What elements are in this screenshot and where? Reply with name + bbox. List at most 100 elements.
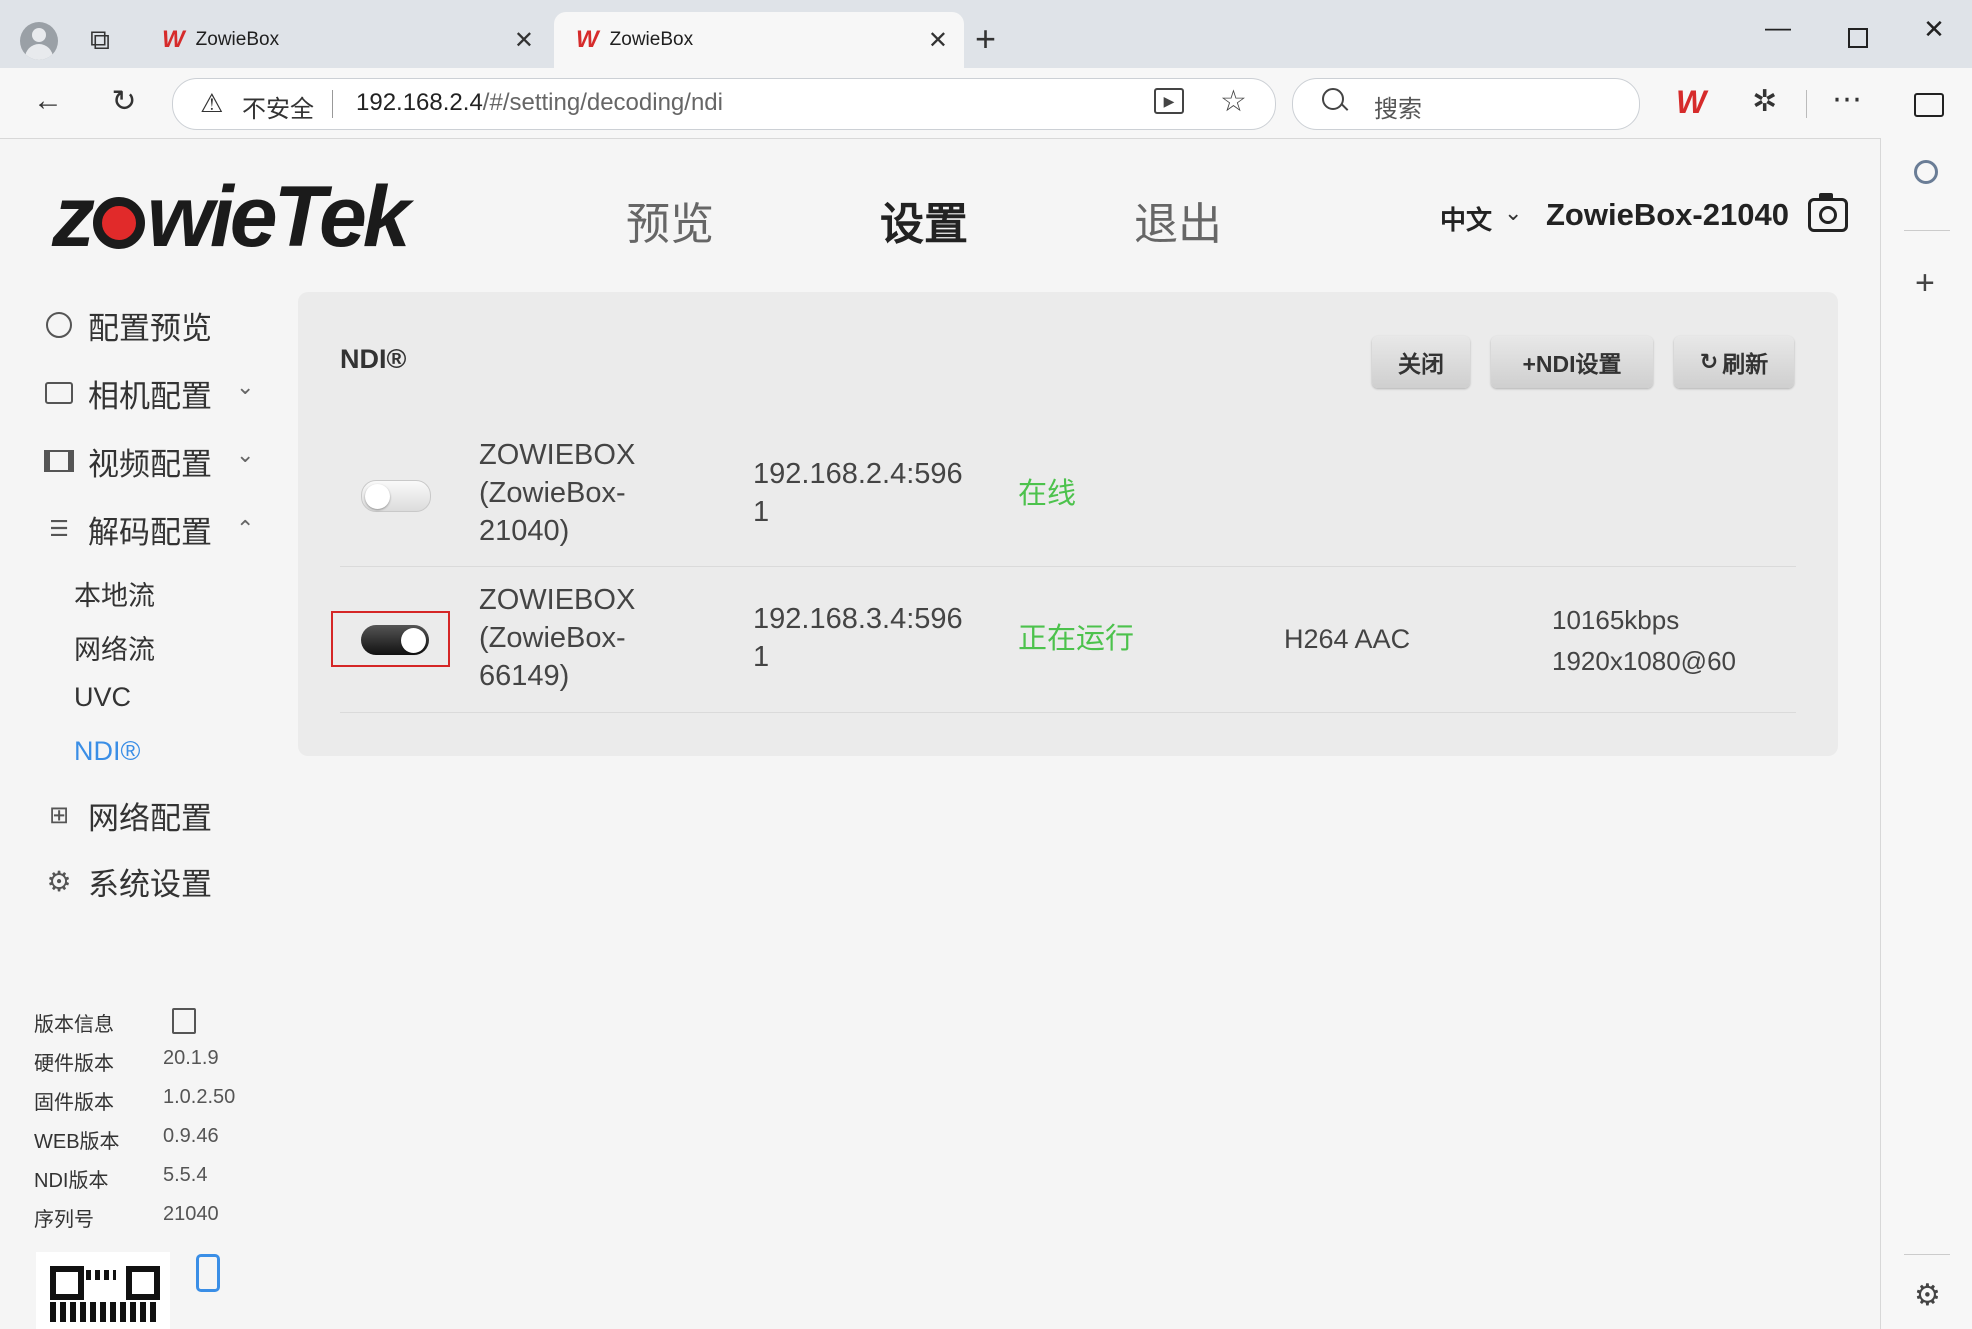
highlight-box — [331, 611, 450, 667]
side-add-icon[interactable]: + — [1915, 264, 1935, 303]
gear-icon: ⚙ — [46, 865, 72, 897]
search-icon — [1322, 88, 1344, 110]
minimize-icon[interactable]: — — [1758, 12, 1798, 43]
nav-preview[interactable]: 预览 — [626, 188, 714, 252]
menu-system-settings[interactable]: ⚙ 系统设置 — [44, 856, 212, 906]
version-info-title: 版本信息 — [34, 1014, 114, 1036]
side-divider — [1904, 1254, 1950, 1255]
submenu-network-stream[interactable]: 网络流 — [74, 628, 155, 667]
warning-icon[interactable]: ⚠ — [200, 88, 223, 119]
version-label: NDI版本 — [34, 1170, 109, 1192]
submenu-ndi[interactable]: NDI® — [74, 736, 140, 767]
new-tab-button[interactable]: + — [975, 18, 996, 60]
menu-decode-config[interactable]: ☰ 解码配置 — [44, 504, 212, 554]
browser-side-panel — [1880, 138, 1972, 1329]
ndi-source-ip: 192.168.2.4:596 1 — [753, 458, 963, 528]
version-value: 20.1.9 — [163, 1047, 219, 1069]
maximize-icon[interactable] — [1848, 28, 1868, 48]
dashboard-icon — [44, 310, 74, 340]
ndi-status: 在线 — [1018, 478, 1077, 510]
version-label: 序列号 — [34, 1209, 94, 1231]
refresh-icon[interactable]: ↻ — [104, 84, 144, 119]
brand-text-left: z — [52, 169, 95, 265]
favorite-star-icon[interactable]: ☆ — [1220, 84, 1247, 119]
ndi-stream-stats: 10165kbps 1920x1080@60 — [1552, 605, 1736, 676]
ndi-source-ip: 192.168.3.4:596 1 — [753, 603, 963, 673]
close-button[interactable]: 关闭 — [1372, 336, 1470, 388]
refresh-label: 刷新 — [1722, 351, 1769, 377]
workspaces-icon[interactable]: ⧉ — [90, 24, 110, 57]
security-label[interactable]: 不安全 — [242, 89, 314, 124]
zowietek-extension-icon[interactable]: W — [1676, 84, 1706, 121]
ndi-status: 正在运行 — [1018, 623, 1135, 655]
zowietek-logo: z wieTek — [52, 168, 411, 267]
language-select[interactable]: 中文 — [1440, 200, 1492, 237]
decode-icon: ☰ — [49, 516, 69, 541]
ndi-panel-title: NDI® — [340, 344, 407, 374]
ndi-codec: H264 AAC — [1284, 624, 1411, 654]
toolbar-divider — [1806, 90, 1807, 118]
menu-config-preview[interactable]: 配置预览 — [44, 300, 212, 350]
chevron-down-icon[interactable]: ⌄ — [236, 374, 254, 400]
zowietek-tab-logo-icon: W — [576, 26, 599, 53]
address-bar[interactable] — [172, 78, 1276, 130]
back-icon[interactable]: ← — [28, 84, 68, 118]
side-settings-icon[interactable]: ⚙ — [1914, 1278, 1941, 1313]
submenu-local-stream[interactable]: 本地流 — [74, 574, 155, 613]
version-label: WEB版本 — [34, 1131, 120, 1153]
tab-title: ZowieBox — [609, 29, 694, 50]
film-icon — [44, 446, 74, 476]
version-value: 1.0.2.50 — [163, 1086, 236, 1108]
menu-label: 系统设置 — [88, 866, 212, 902]
url-text[interactable]: 192.168.2.4/#/setting/decoding/ndi — [356, 89, 723, 117]
url-host: 192.168.2.4 — [356, 89, 483, 116]
url-divider — [332, 90, 333, 118]
version-label: 硬件版本 — [34, 1053, 114, 1075]
close-tab-icon[interactable]: ✕ — [928, 26, 948, 55]
menu-camera-config[interactable]: 相机配置 — [44, 368, 212, 418]
refresh-icon: ↻ — [1699, 349, 1719, 374]
menu-label: 解码配置 — [88, 514, 212, 550]
browser-tab-2[interactable]: W ZowieBox ✕ — [554, 12, 964, 68]
ndi-source-name: ZOWIEBOX (ZowieBox- 21040) — [479, 439, 636, 547]
url-path: /#/setting/decoding/ndi — [482, 89, 723, 116]
search-box[interactable] — [1292, 78, 1640, 130]
row-divider — [340, 712, 1796, 713]
version-value: 0.9.46 — [163, 1125, 219, 1147]
app-available-icon[interactable]: ▶ — [1154, 88, 1184, 114]
extensions-puzzle-icon[interactable]: ✲ — [1752, 84, 1777, 119]
close-tab-icon[interactable]: ✕ — [514, 26, 534, 55]
more-menu-icon[interactable]: ⋯ — [1832, 82, 1862, 117]
ndi-settings-button[interactable]: +NDI设置 — [1491, 336, 1653, 388]
search-input[interactable]: 搜索 — [1374, 89, 1422, 124]
mobile-phone-icon[interactable] — [196, 1254, 220, 1292]
chevron-down-icon[interactable]: ⌄ — [236, 442, 254, 468]
chevron-up-icon[interactable]: ⌃ — [236, 516, 254, 542]
device-name: ZowieBox-21040 — [1546, 197, 1789, 232]
close-window-icon[interactable]: ✕ — [1914, 14, 1954, 45]
brand-red-dot-icon — [93, 197, 145, 250]
submenu-uvc[interactable]: UVC — [74, 682, 131, 713]
tab-title: ZowieBox — [195, 29, 280, 50]
menu-network-config[interactable]: ⊞ 网络配置 — [44, 790, 212, 840]
network-icon: ⊞ — [48, 801, 70, 829]
nav-logout[interactable]: 退出 — [1134, 188, 1222, 252]
snapshot-camera-icon[interactable] — [1808, 193, 1848, 232]
version-value: 5.5.4 — [163, 1164, 208, 1186]
menu-video-config[interactable]: 视频配置 — [44, 436, 212, 486]
sidebar-toggle-icon[interactable] — [1914, 93, 1944, 117]
ndi-source-name: ZOWIEBOX (ZowieBox- 66149) — [479, 584, 636, 692]
brand-text-right: wieTek — [147, 169, 411, 265]
qr-code-icon — [36, 1252, 170, 1329]
menu-label: 网络配置 — [88, 800, 212, 836]
ndi-toggle-switch[interactable] — [361, 480, 431, 512]
browser-tab-1[interactable]: W ZowieBox ✕ — [140, 12, 550, 68]
copy-version-icon[interactable] — [172, 1008, 196, 1034]
version-label: 固件版本 — [34, 1092, 114, 1114]
nav-settings[interactable]: 设置 — [880, 188, 968, 252]
chevron-down-icon[interactable]: ⌄ — [1504, 200, 1522, 226]
profile-avatar[interactable] — [20, 22, 58, 60]
menu-label: 相机配置 — [88, 378, 212, 414]
side-search-icon[interactable] — [1914, 160, 1938, 184]
refresh-button[interactable]: ↻ 刷新 — [1674, 336, 1794, 388]
